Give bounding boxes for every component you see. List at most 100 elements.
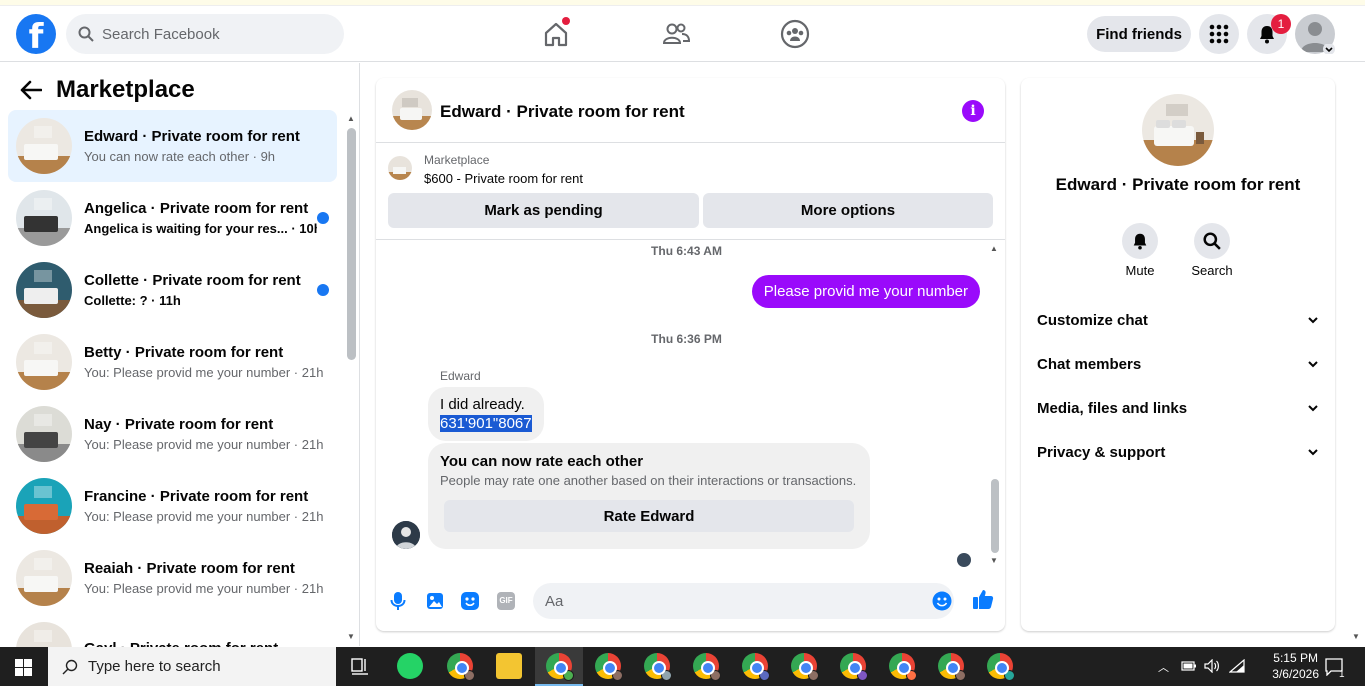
details-section-media-files-and-links[interactable]: Media, files and links bbox=[1037, 386, 1319, 430]
info-icon[interactable]: i bbox=[962, 100, 984, 122]
conversation-item[interactable]: Nay · Private room for rent You: Please p… bbox=[8, 398, 337, 470]
conversation-thumbnail bbox=[16, 478, 72, 534]
details-section-label: Privacy & support bbox=[1037, 443, 1166, 461]
incoming-message[interactable]: I did already. 631'901"8067 bbox=[428, 387, 544, 441]
mark-as-pending-button[interactable]: Mark as pending bbox=[388, 193, 699, 228]
conversation-item[interactable]: Edward · Private room for rent You can no… bbox=[8, 110, 337, 182]
details-section-chat-members[interactable]: Chat members bbox=[1037, 342, 1319, 386]
search-in-chat-button[interactable] bbox=[1194, 223, 1230, 259]
chat-scrollbar[interactable] bbox=[991, 479, 999, 553]
task-view-icon[interactable] bbox=[351, 658, 369, 675]
conversation-thumbnail bbox=[16, 334, 72, 390]
conversation-item[interactable]: Betty · Private room for rent You: Please… bbox=[8, 326, 337, 398]
grid-menu-icon bbox=[1209, 24, 1229, 44]
thumbs-up-icon[interactable] bbox=[972, 588, 994, 610]
chrome-profile-icon[interactable] bbox=[889, 653, 917, 681]
conversation-item[interactable]: Francine · Private room for rent You: Ple… bbox=[8, 470, 337, 542]
rate-description: People may rate one another based on the… bbox=[440, 473, 857, 488]
conversation-item[interactable]: Collette · Private room for rent Collette… bbox=[8, 254, 337, 326]
conversation-thumbnail bbox=[16, 406, 72, 462]
more-options-button[interactable]: More options bbox=[703, 193, 993, 228]
details-section-customize-chat[interactable]: Customize chat bbox=[1037, 298, 1319, 342]
details-avatar[interactable] bbox=[1142, 94, 1214, 166]
rate-edward-button[interactable]: Rate Edward bbox=[444, 500, 854, 532]
sticker-icon[interactable] bbox=[460, 591, 480, 611]
system-clock[interactable]: 5:15 PM 3/6/2026 bbox=[1272, 650, 1319, 682]
listing-source: Marketplace bbox=[424, 153, 490, 167]
chrome-profile-icon[interactable] bbox=[595, 653, 623, 681]
taskbar-search-input[interactable]: Type here to search bbox=[48, 647, 336, 686]
chevron-down-icon bbox=[1308, 361, 1318, 368]
conversation-item[interactable]: Angelica · Private room for rent Angelica… bbox=[8, 182, 337, 254]
details-section-privacy-support[interactable]: Privacy & support bbox=[1037, 430, 1319, 474]
chevron-up-icon[interactable]: ︿ bbox=[1158, 659, 1169, 675]
unread-indicator bbox=[317, 284, 329, 296]
chrome-active-icon[interactable] bbox=[546, 653, 574, 681]
listing-thumb[interactable] bbox=[388, 156, 412, 180]
notification-center-count: 1 bbox=[1339, 669, 1345, 680]
friends-icon bbox=[662, 23, 690, 44]
windows-taskbar: Type here to search ︿ 5:15 PM 3/6/2026 1 bbox=[0, 647, 1365, 686]
top-navbar: f Search Facebook Find friends 1 bbox=[0, 6, 1365, 62]
chrome-profile-icon[interactable] bbox=[791, 653, 819, 681]
message-input[interactable]: Aa bbox=[533, 583, 954, 619]
battery-icon[interactable] bbox=[1181, 660, 1197, 672]
search-facebook-input[interactable]: Search Facebook bbox=[66, 14, 344, 54]
home-nav-button[interactable] bbox=[536, 16, 576, 52]
chrome-profile-icon[interactable] bbox=[742, 653, 770, 681]
windows-start-icon[interactable] bbox=[15, 659, 32, 676]
conversation-name: Francine · Private room for rent bbox=[84, 488, 309, 505]
chat-header: Edward · Private room for rent i bbox=[376, 78, 1005, 143]
chat-scroll-down[interactable]: ▼ bbox=[990, 556, 998, 565]
chrome-profile-icon[interactable] bbox=[840, 653, 868, 681]
incoming-line-1: I did already. bbox=[440, 396, 525, 413]
listing-avatar[interactable] bbox=[392, 90, 432, 130]
chevron-down-icon bbox=[1308, 449, 1318, 456]
conversation-name: Reaiah · Private room for rent bbox=[84, 560, 295, 577]
groups-nav-button[interactable] bbox=[775, 16, 815, 52]
home-unread-dot bbox=[562, 17, 570, 25]
wifi-icon[interactable] bbox=[1229, 659, 1245, 673]
conversation-preview: You can now rate each other · 9h bbox=[84, 149, 276, 164]
outgoing-message[interactable]: Please provid me your number bbox=[751, 275, 980, 308]
facebook-logo-icon[interactable]: f bbox=[16, 14, 56, 54]
file-explorer-icon[interactable] bbox=[496, 653, 522, 679]
mute-button[interactable] bbox=[1122, 223, 1158, 259]
conversation-thumbnail bbox=[16, 190, 72, 246]
listing-title[interactable]: $600 - Private room for rent bbox=[424, 171, 583, 186]
scroll-down-arrow[interactable]: ▼ bbox=[347, 632, 355, 641]
conversation-preview: You: Please provid me your number · 21h bbox=[84, 581, 324, 596]
conversation-name: Nay · Private room for rent bbox=[84, 416, 274, 433]
conversation-preview: You: Please provid me your number · 21h bbox=[84, 365, 324, 380]
chat-details-panel: Edward · Private room for rent Mute Sear… bbox=[1021, 78, 1335, 631]
conversation-item[interactable]: Reaiah · Private room for rent You: Pleas… bbox=[8, 542, 337, 614]
chrome-icon[interactable] bbox=[447, 653, 475, 681]
chrome-profile-icon[interactable] bbox=[693, 653, 721, 681]
chrome-profile-icon[interactable] bbox=[987, 653, 1015, 681]
emoji-icon[interactable] bbox=[932, 591, 952, 611]
conversation-name: Angelica · Private room for rent bbox=[84, 200, 309, 217]
volume-icon[interactable] bbox=[1204, 659, 1220, 673]
chevron-down-icon[interactable] bbox=[1323, 44, 1335, 54]
back-arrow-icon[interactable] bbox=[20, 80, 42, 100]
conversation-thumbnail bbox=[16, 262, 72, 318]
chat-title[interactable]: Edward · Private room for rent bbox=[440, 102, 685, 122]
chrome-profile-icon[interactable] bbox=[644, 653, 672, 681]
gif-icon[interactable]: GIF bbox=[497, 592, 515, 610]
clock-date: 3/6/2026 bbox=[1272, 667, 1319, 681]
page-scroll-down[interactable]: ▼ bbox=[1352, 632, 1360, 641]
microphone-icon[interactable] bbox=[390, 591, 406, 611]
unread-indicator bbox=[317, 212, 329, 224]
sender-avatar[interactable] bbox=[392, 521, 420, 549]
friends-nav-button[interactable] bbox=[656, 16, 696, 52]
menu-button[interactable] bbox=[1199, 14, 1239, 54]
sidebar-scrollbar[interactable] bbox=[347, 128, 356, 360]
chat-scroll-up[interactable]: ▲ bbox=[990, 244, 998, 253]
photo-icon[interactable] bbox=[426, 592, 444, 610]
scroll-up-arrow[interactable]: ▲ bbox=[347, 114, 355, 123]
timestamp-2: Thu 6:36 PM bbox=[651, 332, 722, 346]
whatsapp-icon[interactable] bbox=[397, 653, 423, 679]
find-friends-button[interactable]: Find friends bbox=[1087, 16, 1191, 52]
chrome-profile-icon[interactable] bbox=[938, 653, 966, 681]
search-placeholder: Search Facebook bbox=[102, 25, 220, 43]
